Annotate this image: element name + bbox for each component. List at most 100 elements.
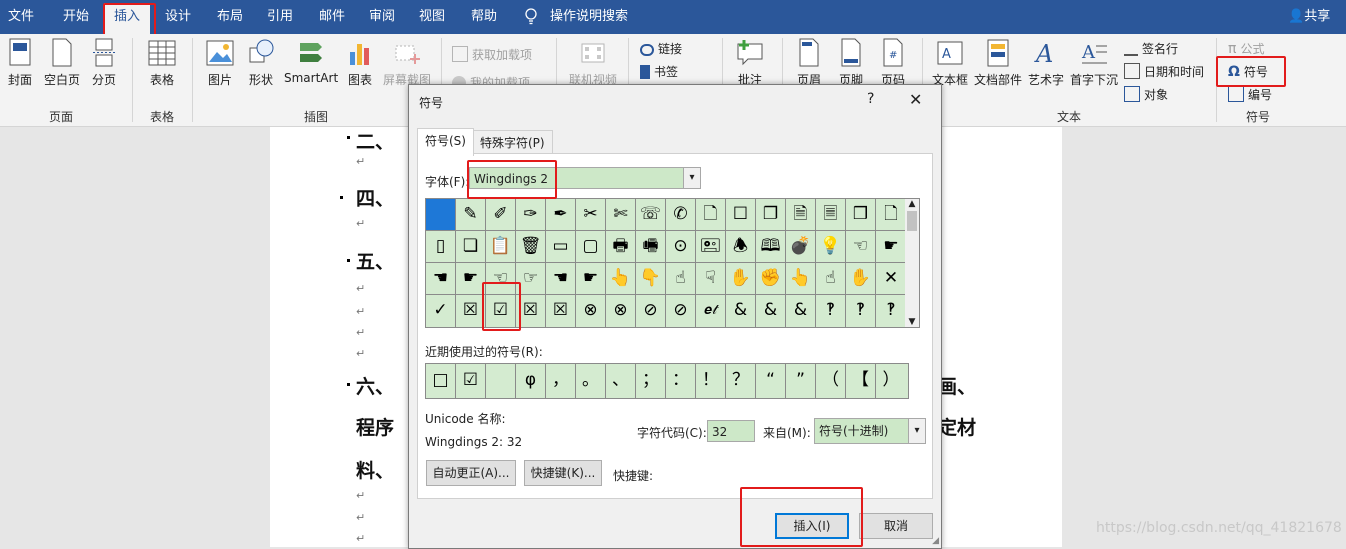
scroll-up-icon[interactable]: ▲ [905,199,919,209]
symbol-cell[interactable]: 👆 [786,263,816,295]
symbol-cell[interactable]: ☑ [486,295,516,327]
symbol-cell[interactable]: ✓ [426,295,456,327]
symbol-cell[interactable]: ☛ [876,231,906,263]
symbol-cell[interactable]: ☒ [516,295,546,327]
symbol-cell[interactable]: ☜ [846,231,876,263]
symbol-cell[interactable]: ✑ [516,199,546,231]
blank-page-button[interactable]: 空白页 [42,38,82,88]
table-button[interactable]: 表格 [144,38,180,88]
tab-special-characters[interactable]: 特殊字符(P) [472,130,553,155]
symbol-cell[interactable]: ⊗ [576,295,606,327]
tell-me-search[interactable]: 操作说明搜索 [550,0,630,34]
quick-parts-button[interactable]: 文档部件 [972,38,1024,88]
symbol-cell[interactable]: 💣 [786,231,816,263]
symbol-cell[interactable]: 📋 [486,231,516,263]
link-button[interactable]: 链接 [640,40,682,57]
font-select[interactable]: Wingdings 2 ▾ [469,167,701,189]
tab-mailings[interactable]: 邮件 [310,0,354,34]
recent-symbol-cell[interactable]: φ [516,364,546,398]
symbol-cell[interactable]: ✎ [456,199,486,231]
cover-page-button[interactable]: 封面 [4,38,36,88]
page-break-button[interactable]: 分页 [88,38,120,88]
symbol-cell[interactable]: ‽ [876,295,906,327]
numbering-button[interactable]: 编号 [1228,86,1272,103]
recent-symbol-cell[interactable]: ” [786,364,816,398]
symbol-cell[interactable]: ☐ [726,199,756,231]
character-code-input[interactable]: 32 [707,420,755,442]
recent-symbol-cell[interactable]: ： [666,364,696,398]
symbol-cell[interactable]: 🕮 [756,231,786,263]
textbox-button[interactable]: A 文本框 [930,38,970,88]
from-select[interactable]: 符号(十进制) ▾ [814,418,926,444]
shortcut-key-button[interactable]: 快捷键(K)... [524,460,602,486]
symbol-cell[interactable]: ✊ [756,263,786,295]
symbol-cell[interactable]: ❒ [846,199,876,231]
symbol-cell[interactable]: 💡 [816,231,846,263]
symbol-cell[interactable]: ✒ [546,199,576,231]
symbol-cell[interactable]: 🗎 [786,199,816,231]
symbol-cell[interactable]: ❏ [456,231,486,263]
symbol-cell[interactable]: ✄ [606,199,636,231]
get-addins-button[interactable]: 获取加载项 [452,46,532,63]
symbol-cell[interactable]: ☝ [816,263,846,295]
symbol-cell[interactable]: 🗋 [696,199,726,231]
symbol-cell[interactable]: ☜ [486,263,516,295]
symbol-cell[interactable]: ‽ [816,295,846,327]
symbol-cell[interactable]: ☛ [576,263,606,295]
symbol-cell[interactable]: 🖷 [636,231,666,263]
bookmark-button[interactable]: 书签 [640,63,678,80]
recent-symbol-cell[interactable]: “ [756,364,786,398]
symbol-cell[interactable]: ✆ [666,199,696,231]
symbol-cell[interactable]: 🖭 [696,231,726,263]
symbol-cell[interactable]: ☚ [546,263,576,295]
symbol-cell[interactable]: ☒ [456,295,486,327]
recent-symbol-cell[interactable]: ☑ [456,364,486,398]
resize-grip-icon[interactable]: ◢ [932,536,939,546]
share-button[interactable]: 👤共享 [1288,0,1330,34]
symbol-cell-selected[interactable] [426,199,456,231]
page-number-button[interactable]: # 页码 [876,38,910,88]
symbol-cell[interactable]: ☟ [696,263,726,295]
tab-symbols[interactable]: 符号(S) [417,128,474,156]
symbol-cell[interactable]: ☞ [516,263,546,295]
smartart-button[interactable]: SmartArt [284,38,338,85]
symbol-cell[interactable]: ☝ [666,263,696,295]
header-button[interactable]: 页眉 [792,38,826,88]
symbol-cell[interactable]: ☚ [426,263,456,295]
comment-button[interactable]: 批注 [730,38,770,88]
recent-symbol-cell[interactable]: （ [816,364,846,398]
symbol-cell[interactable]: ☏ [636,199,666,231]
footer-button[interactable]: 页脚 [834,38,868,88]
chart-button[interactable]: 图表 [344,38,376,88]
tab-references[interactable]: 引用 [258,0,302,34]
symbol-cell[interactable]: ⊗ [606,295,636,327]
recent-symbol-cell[interactable]: 【 [846,364,876,398]
online-video-button[interactable]: 联机视频 [566,38,620,88]
screenshot-button[interactable]: 屏幕截图 [382,38,432,88]
recent-symbol-cell[interactable]: ！ [696,364,726,398]
symbol-cell[interactable]: ⊙ [666,231,696,263]
date-time-button[interactable]: 日期和时间 [1124,63,1204,80]
help-button[interactable]: ? [867,91,874,107]
tab-home[interactable]: 开始 [52,0,100,34]
symbol-cell[interactable]: ✐ [486,199,516,231]
symbol-grid-scrollbar[interactable]: ▲ ▼ [905,198,920,328]
recent-symbol-cell[interactable]: □ [426,364,456,398]
symbol-cell[interactable]: 👇 [636,263,666,295]
insert-button[interactable]: 插入(I) [775,513,849,539]
symbol-cell[interactable]: ❐ [756,199,786,231]
symbol-cell[interactable]: ‽ [846,295,876,327]
symbol-cell[interactable]: ▭ [546,231,576,263]
symbol-cell[interactable]: 🖶 [606,231,636,263]
symbol-cell[interactable]: ☛ [456,263,486,295]
symbol-cell[interactable]: 🗏 [816,199,846,231]
symbol-cell[interactable]: ⊘ [636,295,666,327]
recent-symbol-cell[interactable] [486,364,516,398]
tab-layout[interactable]: 布局 [208,0,252,34]
scrollbar-thumb[interactable] [907,211,917,231]
symbol-cell[interactable]: 𝒆𝓉 [696,295,726,327]
recent-symbol-cell[interactable]: ？ [726,364,756,398]
tab-review[interactable]: 审阅 [360,0,404,34]
symbol-cell[interactable]: & [726,295,756,327]
wordart-button[interactable]: A 艺术字 [1026,38,1066,88]
